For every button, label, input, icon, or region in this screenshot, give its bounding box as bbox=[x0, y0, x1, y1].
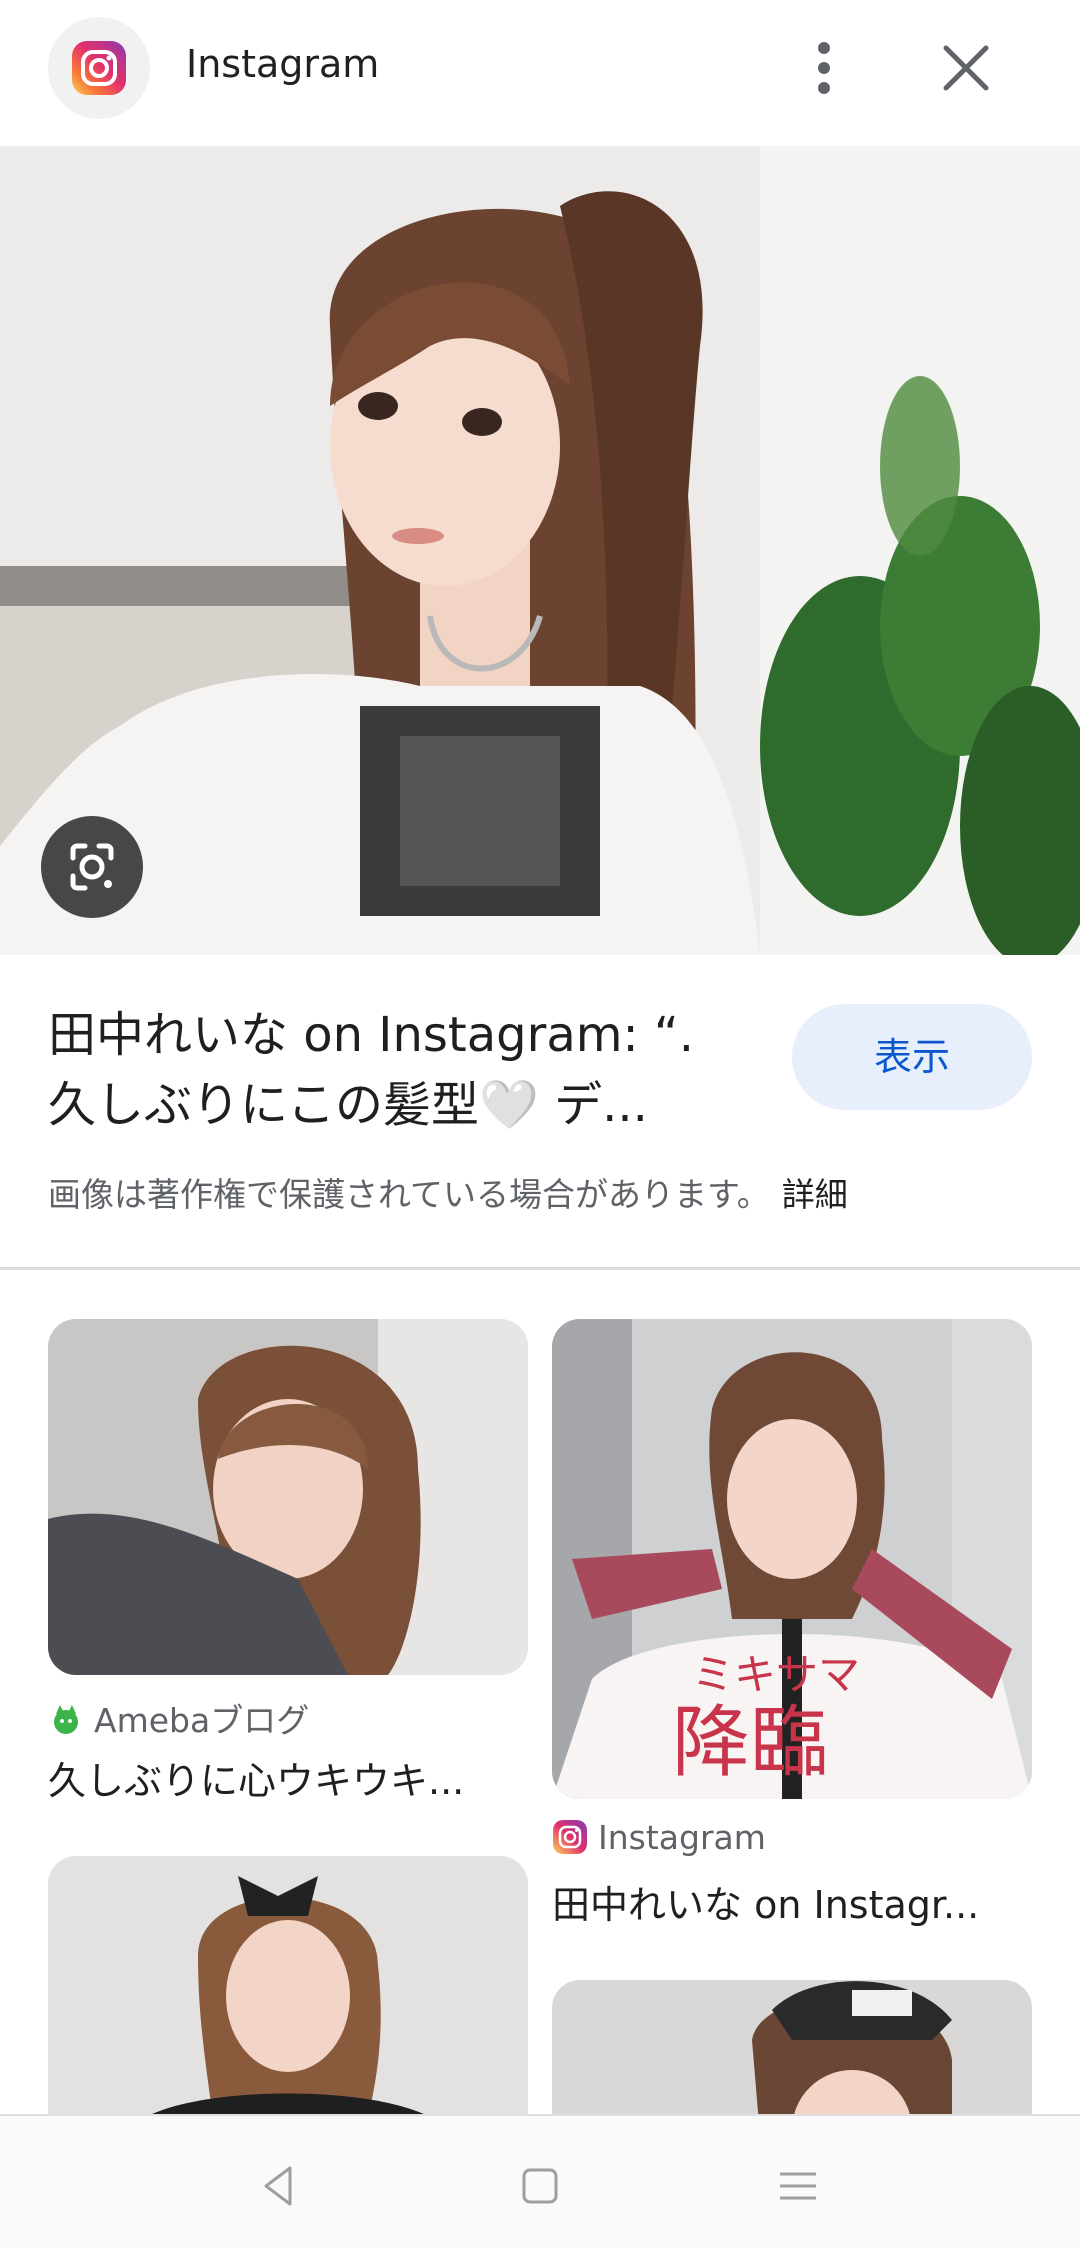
related-source-2-label: Instagram bbox=[598, 1818, 766, 1857]
instagram-icon bbox=[72, 41, 126, 95]
view-button[interactable]: 表示 bbox=[792, 1004, 1032, 1110]
shirt-text-line-1: ミキサマ bbox=[692, 1650, 860, 1699]
related-source-1: Amebaブログ bbox=[48, 1694, 309, 1742]
close-icon bbox=[943, 45, 989, 91]
result-title-line-1: 田中れいな on Instagram: “. bbox=[48, 1007, 695, 1063]
related-title-2[interactable]: 田中れいな on Instagr... bbox=[552, 1874, 992, 1929]
google-lens-button[interactable] bbox=[41, 816, 143, 918]
related-image-3[interactable] bbox=[48, 1856, 528, 2156]
instagram-icon bbox=[553, 1820, 587, 1854]
related-source-2: Instagram bbox=[552, 1818, 766, 1857]
ameba-icon bbox=[54, 1705, 78, 1734]
site-logo[interactable] bbox=[48, 17, 150, 119]
shirt-text-line-2: 降臨 bbox=[672, 1698, 828, 1788]
result-title[interactable]: 田中れいな on Instagram: “. 久しぶりにこの髪型🤍 デ... bbox=[48, 1000, 768, 1140]
copyright-notice: 画像は著作権で保護されている場合があります。 詳細 bbox=[48, 1168, 848, 1216]
divider bbox=[0, 1267, 1080, 1270]
back-icon[interactable] bbox=[250, 2156, 310, 2216]
top-bar: Instagram bbox=[0, 0, 1080, 146]
system-nav-bar bbox=[0, 2114, 1080, 2248]
close-button[interactable] bbox=[934, 36, 998, 100]
more-options-button[interactable] bbox=[796, 30, 852, 106]
related-source-1-label: Amebaブログ bbox=[94, 1701, 310, 1740]
more-info-link[interactable]: 詳細 bbox=[782, 1175, 848, 1214]
google-lens-icon bbox=[70, 843, 114, 891]
hero-image[interactable] bbox=[0, 146, 1080, 955]
more-vert-icon bbox=[818, 42, 830, 94]
copyright-text: 画像は著作権で保護されている場合があります。 bbox=[48, 1175, 770, 1214]
related-image-2[interactable]: ミキサマ 降臨 bbox=[552, 1319, 1032, 1799]
home-icon[interactable] bbox=[510, 2156, 570, 2216]
related-title-1[interactable]: 久しぶりに心ウキウキ... bbox=[48, 1750, 528, 1805]
result-title-line-2: 久しぶりにこの髪型🤍 デ... bbox=[48, 1077, 648, 1133]
related-image-1[interactable] bbox=[48, 1319, 528, 1675]
menu-icon[interactable] bbox=[768, 2156, 828, 2216]
site-title: Instagram bbox=[186, 42, 380, 86]
